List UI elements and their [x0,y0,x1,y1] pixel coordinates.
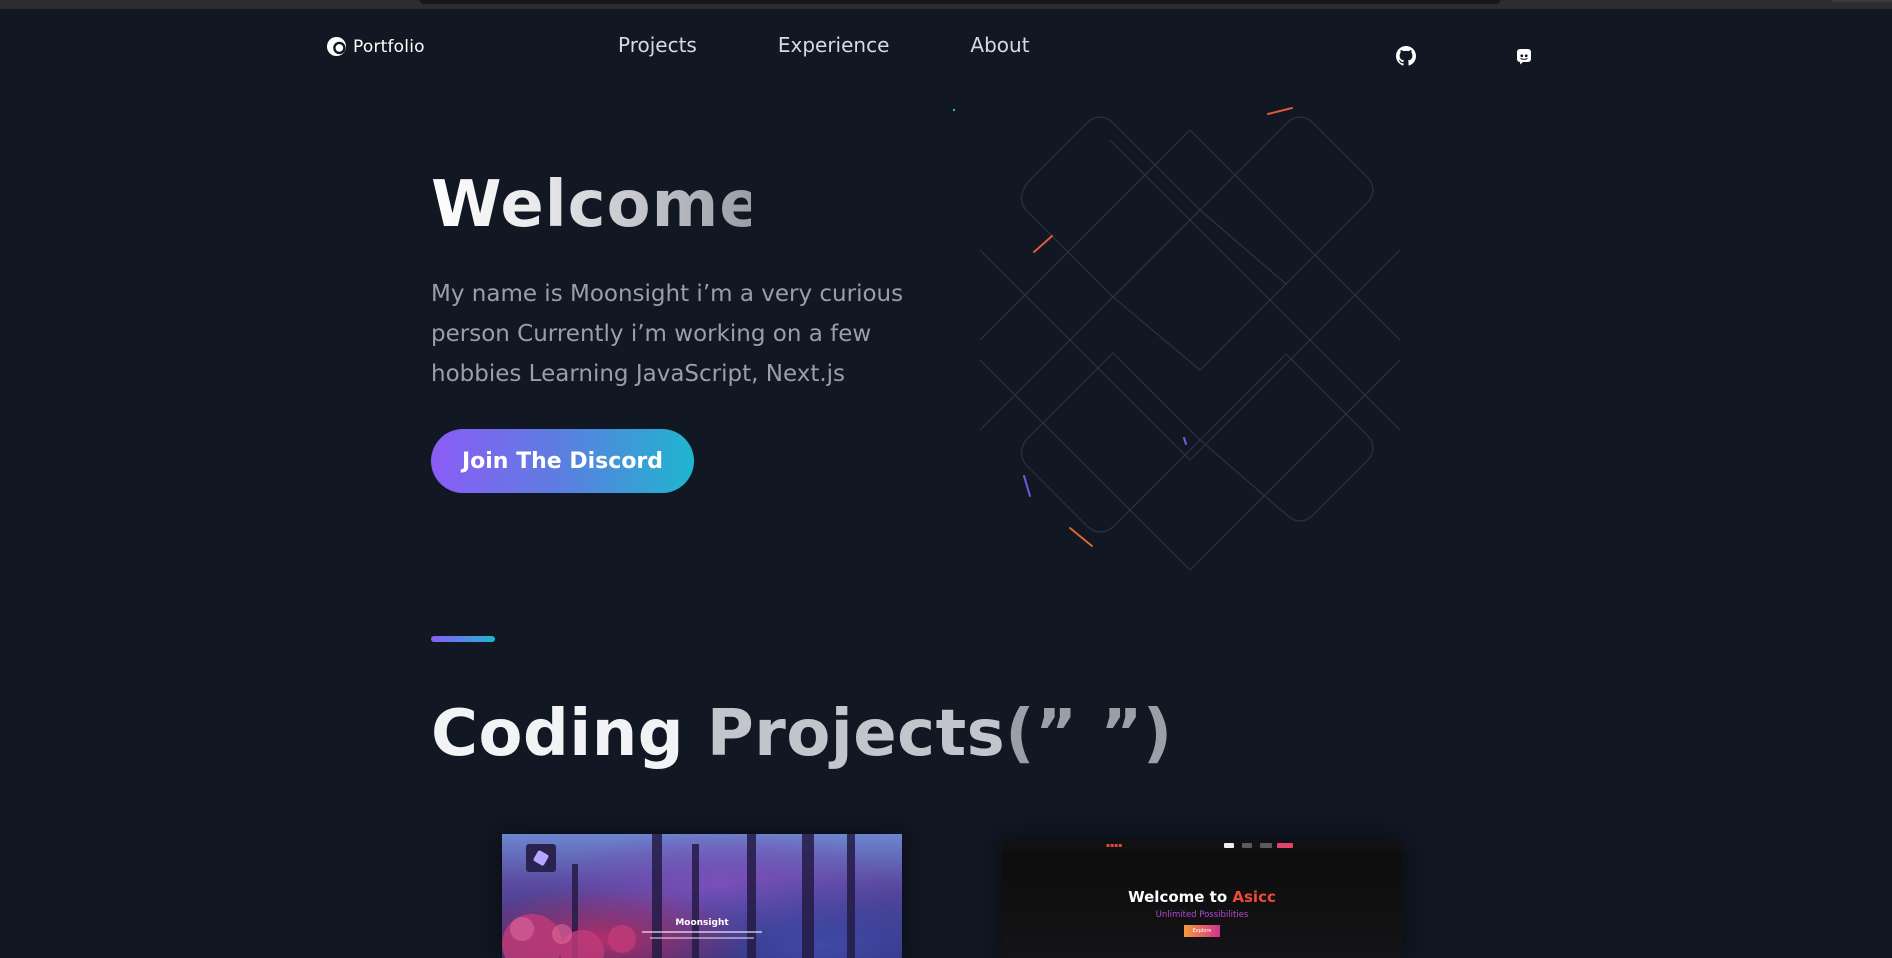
moonsight-logo-icon [526,844,556,872]
project-card-text-line [642,931,762,933]
brand-name: Portfolio [353,36,425,57]
section-divider [431,636,495,642]
project-card-title: Moonsight [675,918,729,928]
asicc-nav-item [1260,843,1272,848]
browser-top-strip [0,0,1892,9]
section-title-word-projects: Projects [706,697,1006,771]
asicc-brand-mark: ▪▪▪▪ [1106,842,1123,849]
section-title-word-coding: Coding [431,697,685,771]
asicc-title-prefix: Welcome to [1128,888,1228,906]
forest-illustration [502,834,855,958]
browser-tab-bar [420,0,1500,4]
nav-link-experience[interactable]: Experience [778,33,890,57]
nav-links: Projects Experience About [618,33,1030,57]
hero-title: Welcome [431,168,764,242]
discord-icon[interactable] [1514,46,1534,66]
hero-geometric-artwork [952,107,1401,571]
asicc-navbar [1002,840,1402,852]
github-icon[interactable] [1396,46,1416,66]
nav-link-projects[interactable]: Projects [618,33,697,57]
section-title: Coding Projects(” ”) [431,697,1173,771]
brand-logo-icon [326,36,347,57]
brand-link[interactable]: Portfolio [326,36,425,57]
asicc-nav-item [1242,843,1252,848]
project-card-text-line [650,937,754,939]
asicc-nav-cta [1277,843,1293,848]
join-discord-button[interactable]: Join The Discord [431,429,694,493]
asicc-explore-button: Explore [1184,925,1220,937]
asicc-title-accent: Asicc [1232,888,1276,906]
nav-link-about[interactable]: About [970,33,1029,57]
browser-strip-edge [1832,0,1892,2]
project-card-asicc[interactable]: ▪▪▪▪ Welcome to Asicc Unlimited Possibil… [1002,840,1402,958]
hero-description: My name is Moonsight i’m a very curious … [431,281,904,387]
top-nav: Portfolio Projects Experience About [0,9,1892,81]
asicc-subtitle: Unlimited Possibilities [1155,910,1249,920]
project-card-moonsight[interactable]: Moonsight [502,834,902,958]
asicc-title: Welcome to Asicc [1002,888,1402,906]
section-title-quotes: (” ”) [1005,697,1173,771]
asicc-nav-item [1224,843,1234,848]
